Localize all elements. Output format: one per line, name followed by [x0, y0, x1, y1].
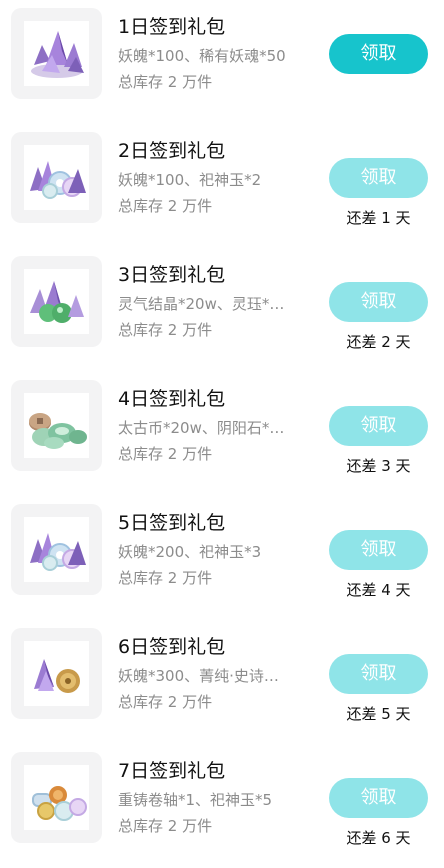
- list-item: 1日签到礼包 妖魄*100、稀有妖魂*50 总库存 2 万件 领取: [0, 0, 444, 124]
- gift-thumbnail: [11, 256, 102, 347]
- days-remaining: 还差 5 天: [346, 705, 411, 723]
- gift-contents: 灵气结晶*20w、灵珏*…: [118, 295, 285, 313]
- claim-button[interactable]: 领取: [329, 158, 428, 198]
- gift-thumbnail: [11, 132, 102, 223]
- gift-thumbnail: [11, 752, 102, 843]
- crystal-jade-icon: [30, 161, 86, 199]
- gift-stock: 总库存 2 万件: [118, 817, 213, 835]
- days-remaining: 还差 4 天: [346, 581, 411, 599]
- claim-button[interactable]: 领取: [329, 530, 428, 570]
- claim-button[interactable]: 领取: [329, 778, 428, 818]
- gift-title: 4日签到礼包: [118, 388, 226, 410]
- days-remaining: 还差 6 天: [346, 829, 411, 847]
- claim-button[interactable]: 领取: [329, 34, 428, 74]
- gift-stock: 总库存 2 万件: [118, 569, 213, 587]
- gift-title: 6日签到礼包: [118, 636, 226, 658]
- gift-title: 7日签到礼包: [118, 760, 226, 782]
- gift-contents: 妖魄*200、祀神玉*3: [118, 543, 262, 561]
- green-crystal-icon: [30, 281, 84, 323]
- claim-button[interactable]: 领取: [329, 406, 428, 446]
- gift-thumbnail: [11, 628, 102, 719]
- list-item: 6日签到礼包 妖魄*300、菁纯·史诗… 总库存 2 万件 领取 还差 5 天: [0, 620, 444, 744]
- claim-button[interactable]: 领取: [329, 654, 428, 694]
- list-item: 5日签到礼包 妖魄*200、祀神玉*3 总库存 2 万件 领取 还差 4 天: [0, 496, 444, 620]
- days-remaining: 还差 3 天: [346, 457, 411, 475]
- gift-stock: 总库存 2 万件: [118, 73, 213, 91]
- gift-title: 1日签到礼包: [118, 16, 226, 38]
- list-item: 3日签到礼包 灵气结晶*20w、灵珏*… 总库存 2 万件 领取 还差 2 天: [0, 248, 444, 372]
- gift-stock: 总库存 2 万件: [118, 197, 213, 215]
- gift-list: 1日签到礼包 妖魄*100、稀有妖魂*50 总库存 2 万件 领取 2日签到礼包…: [0, 0, 444, 850]
- gift-thumbnail: [11, 8, 102, 99]
- gift-title: 2日签到礼包: [118, 140, 226, 162]
- coins-icon: [29, 413, 87, 449]
- gift-thumbnail: [11, 504, 102, 595]
- claim-button[interactable]: 领取: [329, 282, 428, 322]
- days-remaining: 还差 2 天: [346, 333, 411, 351]
- gift-contents: 妖魄*100、稀有妖魂*50: [118, 47, 286, 65]
- days-remaining: 还差 1 天: [346, 209, 411, 227]
- gift-contents: 重铸卷轴*1、祀神玉*5: [118, 791, 273, 809]
- list-item: 4日签到礼包 太古币*20w、阴阳石*… 总库存 2 万件 领取 还差 3 天: [0, 372, 444, 496]
- gift-thumbnail: [11, 380, 102, 471]
- gift-contents: 妖魄*100、祀神玉*2: [118, 171, 262, 189]
- gift-contents: 妖魄*300、菁纯·史诗…: [118, 667, 279, 685]
- gift-stock: 总库存 2 万件: [118, 445, 213, 463]
- gift-title: 5日签到礼包: [118, 512, 226, 534]
- list-item: 2日签到礼包 妖魄*100、祀神玉*2 总库存 2 万件 领取 还差 1 天: [0, 124, 444, 248]
- crystal-seal-icon: [34, 659, 80, 693]
- gift-stock: 总库存 2 万件: [118, 321, 213, 339]
- crystal-jade-icon: [30, 533, 86, 571]
- gift-title: 3日签到礼包: [118, 264, 226, 286]
- scroll-jade-icon: [32, 786, 87, 821]
- list-item: 7日签到礼包 重铸卷轴*1、祀神玉*5 总库存 2 万件 领取 还差 6 天: [0, 744, 444, 868]
- gift-contents: 太古币*20w、阴阳石*…: [118, 419, 285, 437]
- purple-crystal-icon: [31, 31, 84, 78]
- gift-stock: 总库存 2 万件: [118, 693, 213, 711]
